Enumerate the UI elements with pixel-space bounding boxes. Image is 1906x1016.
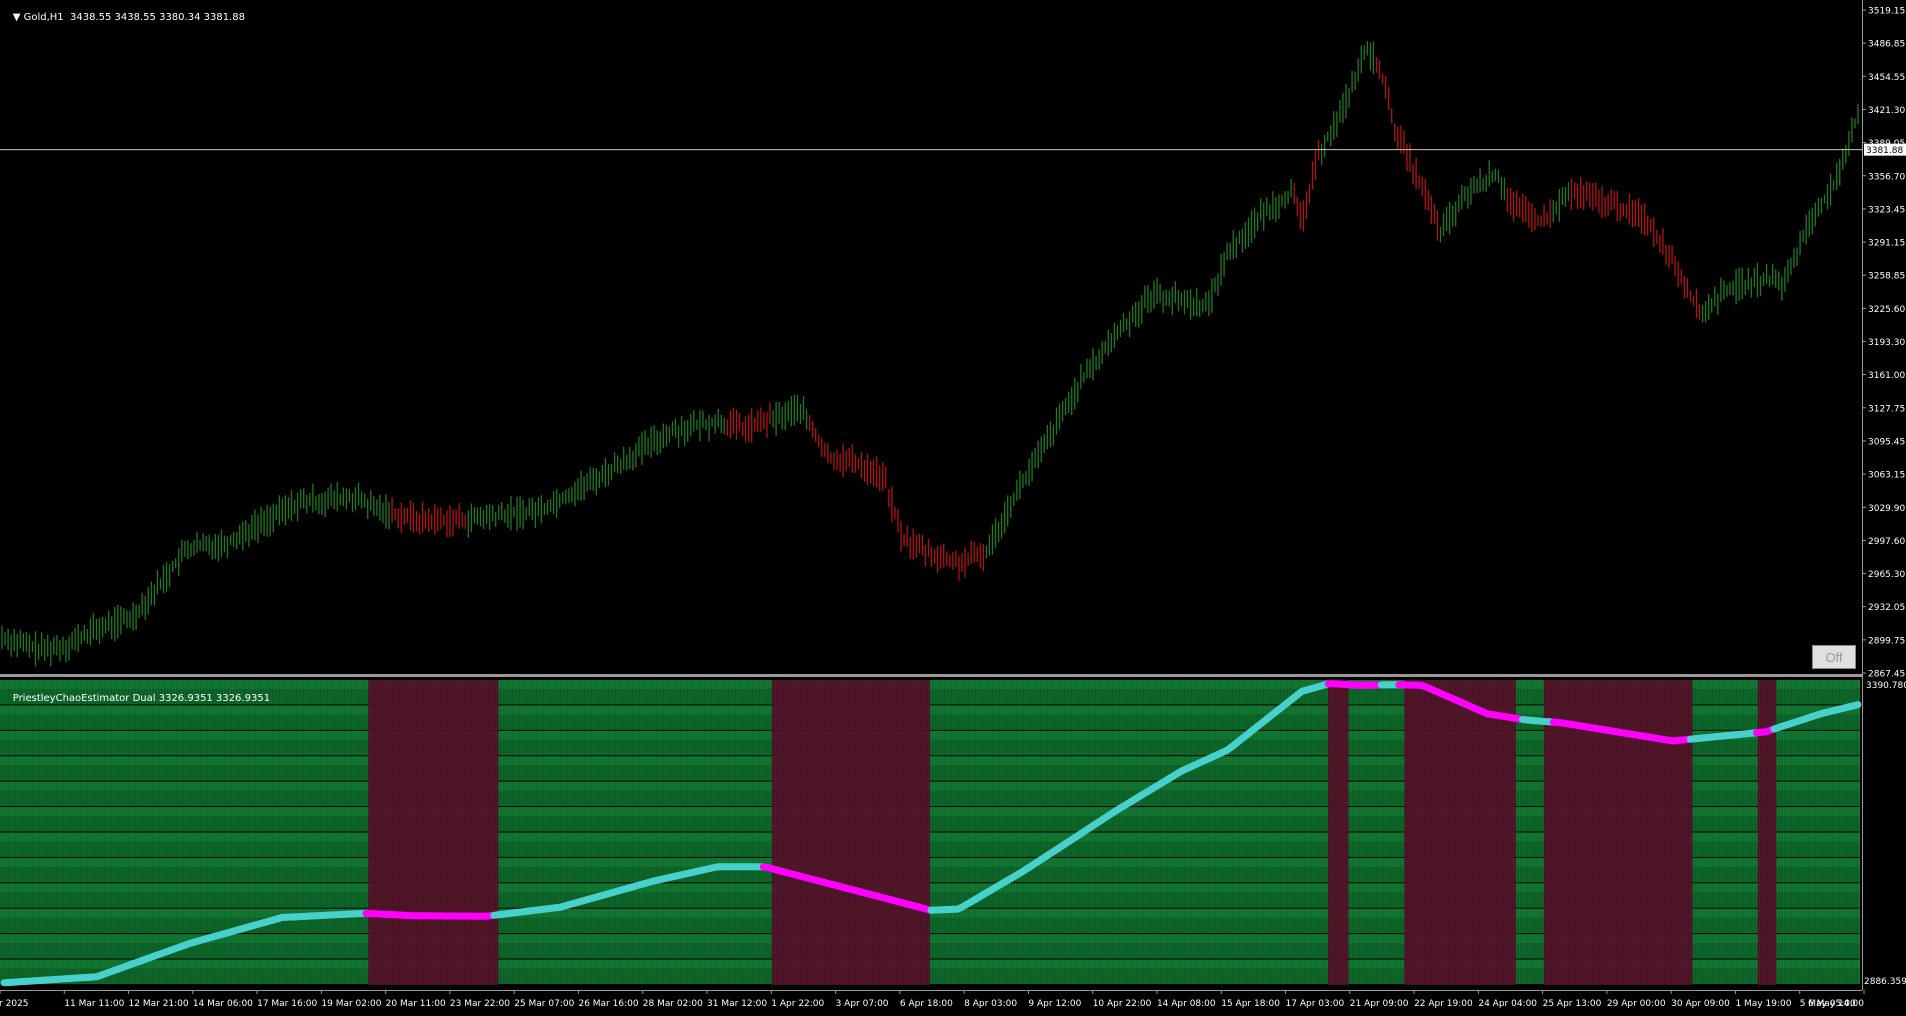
time-tick-label: 14 Mar 06:00 bbox=[193, 999, 253, 1009]
price-tick-label: 3029.90 bbox=[1868, 504, 1905, 514]
indicator-name: PriestleyChaoEstimator Dual bbox=[13, 693, 156, 704]
current-price-label: 3381.88 bbox=[1866, 146, 1903, 156]
price-tick-label: 3095.45 bbox=[1868, 437, 1905, 447]
time-tick-label: 28 Mar 02:00 bbox=[643, 999, 703, 1009]
time-tick-label: 1 May 19:00 bbox=[1735, 999, 1791, 1009]
off-button[interactable]: Off bbox=[1812, 645, 1856, 669]
price-candles bbox=[2, 41, 1858, 666]
time-tick-label: 26 Mar 16:00 bbox=[578, 999, 638, 1009]
indicator-header: PriestleyChaoEstimator Dual 3326.9351 33… bbox=[0, 682, 270, 715]
price-tick-label: 3225.60 bbox=[1868, 305, 1905, 315]
price-tick-label: 3356.70 bbox=[1868, 172, 1905, 182]
time-tick-label: 30 Apr 09:00 bbox=[1671, 999, 1730, 1009]
time-tick-label: 14 Apr 08:00 bbox=[1157, 999, 1216, 1009]
price-tick-label: 3421.30 bbox=[1868, 106, 1905, 116]
time-tick-label: 11 Mar 11:00 bbox=[64, 999, 124, 1009]
price-tick-label: 3291.15 bbox=[1868, 239, 1905, 249]
time-tick-label: 17 Mar 16:00 bbox=[257, 999, 317, 1009]
time-tick-label: 25 Mar 07:00 bbox=[514, 999, 574, 1009]
price-tick-label: 3063.15 bbox=[1868, 471, 1905, 481]
chart-window[interactable]: 3519.153486.853454.553421.303389.053356.… bbox=[0, 0, 1906, 1012]
time-tick-label: 19 Mar 02:00 bbox=[321, 999, 381, 1009]
time-tick-label: 3 Apr 07:00 bbox=[836, 999, 889, 1009]
price-tick-label: 3258.85 bbox=[1868, 272, 1905, 282]
indicator-top-label: 3390.780 bbox=[1866, 681, 1906, 691]
symbol-label: Gold,H1 bbox=[24, 12, 64, 23]
bearish-band bbox=[1404, 680, 1516, 985]
price-tick-label: 2867.45 bbox=[1868, 670, 1905, 680]
time-tick-label: 25 Apr 13:00 bbox=[1543, 999, 1602, 1009]
time-tick-label: 1 Apr 22:00 bbox=[771, 999, 824, 1009]
price-tick-label: 3486.85 bbox=[1868, 40, 1905, 50]
price-tick-label: 3454.55 bbox=[1868, 73, 1905, 83]
collapse-triangle-icon[interactable]: ▼ bbox=[13, 12, 24, 23]
time-tick-label: 22 Apr 19:00 bbox=[1414, 999, 1473, 1009]
time-tick-label: 6 May 14:00 bbox=[1808, 999, 1864, 1009]
ohlc-values: 3438.55 3438.55 3380.34 3381.88 bbox=[70, 12, 245, 23]
time-tick-label: 10 Apr 22:00 bbox=[1093, 999, 1152, 1009]
time-tick-label: 17 Apr 03:00 bbox=[1286, 999, 1345, 1009]
price-tick-label: 3323.45 bbox=[1868, 205, 1905, 215]
time-tick-label: 21 Apr 09:00 bbox=[1350, 999, 1409, 1009]
indicator-values: 3326.9351 3326.9351 bbox=[159, 693, 270, 704]
time-tick-label: 20 Mar 11:00 bbox=[386, 999, 446, 1009]
time-tick-label: 10 Mar 2025 bbox=[0, 999, 29, 1009]
price-tick-label: 3127.75 bbox=[1868, 404, 1905, 414]
pane-separator bbox=[0, 674, 1906, 677]
indicator-bottom-label: 2886.359 bbox=[1864, 977, 1906, 987]
time-tick-label: 29 Apr 00:00 bbox=[1607, 999, 1666, 1009]
price-tick-label: 3161.00 bbox=[1868, 371, 1905, 381]
time-tick-label: 15 Apr 18:00 bbox=[1221, 999, 1280, 1009]
symbol-header: ▼ Gold,H1 3438.55 3438.55 3380.34 3381.8… bbox=[0, 1, 245, 34]
price-tick-label: 3519.15 bbox=[1868, 7, 1905, 17]
time-tick-label: 24 Apr 04:00 bbox=[1478, 999, 1537, 1009]
chart-canvas[interactable]: 3519.153486.853454.553421.303389.053356.… bbox=[0, 0, 1906, 1012]
time-tick-label: 23 Mar 22:00 bbox=[450, 999, 510, 1009]
time-tick-label: 9 Apr 12:00 bbox=[1028, 999, 1081, 1009]
time-tick-label: 31 Mar 12:00 bbox=[707, 999, 767, 1009]
price-tick-label: 2997.60 bbox=[1868, 537, 1905, 547]
time-tick-label: 12 Mar 21:00 bbox=[129, 999, 189, 1009]
price-tick-label: 3193.30 bbox=[1868, 338, 1905, 348]
price-tick-label: 2965.30 bbox=[1868, 570, 1905, 580]
time-tick-label: 6 Apr 18:00 bbox=[900, 999, 953, 1009]
time-tick-label: 8 Apr 03:00 bbox=[964, 999, 1017, 1009]
estimator-segment bbox=[1854, 705, 1858, 706]
price-tick-label: 2932.05 bbox=[1868, 603, 1905, 613]
bearish-band bbox=[368, 680, 498, 985]
price-tick-label: 2899.75 bbox=[1868, 636, 1905, 646]
